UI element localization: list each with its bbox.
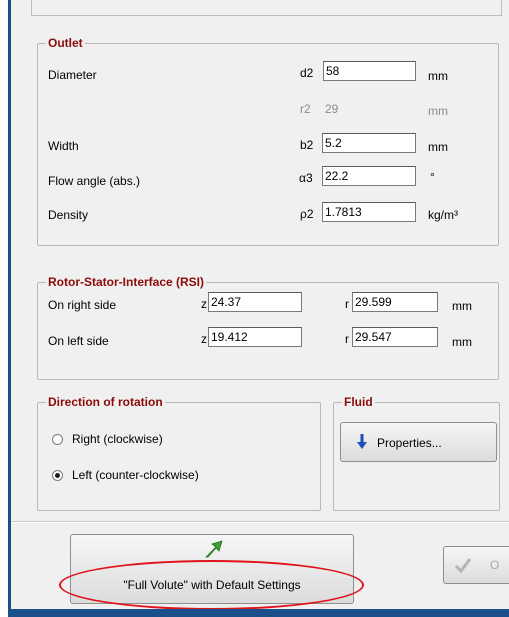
- ok-button[interactable]: O: [443, 546, 509, 584]
- footer-separator-highlight: [11, 522, 509, 523]
- ok-button-label: O: [490, 558, 500, 572]
- flow-angle-input[interactable]: 22.2: [322, 166, 416, 186]
- fluid-group-title: Fluid: [342, 395, 375, 409]
- checkmark-icon: [454, 556, 472, 577]
- down-arrow-icon: [357, 434, 367, 453]
- rotation-group: Direction of rotation: [37, 395, 321, 511]
- diameter-unit: mm: [428, 69, 448, 83]
- flow-angle-unit: °: [430, 170, 435, 184]
- diameter-symbol: d2: [300, 66, 314, 80]
- rsi-left-z-symbol: z: [201, 332, 207, 346]
- flow-angle-label: Flow angle (abs.): [48, 174, 141, 188]
- rsi-right-z-input[interactable]: 24.37: [208, 292, 302, 312]
- diameter-label: Diameter: [48, 68, 97, 82]
- rsi-left-unit: mm: [452, 335, 472, 349]
- green-arrow-icon: [204, 540, 224, 561]
- previous-group-frame: [31, 0, 502, 16]
- fluid-properties-button[interactable]: Properties...: [340, 422, 497, 462]
- diameter-input[interactable]: 58: [323, 61, 416, 81]
- radius-unit: mm: [428, 104, 448, 118]
- width-unit: mm: [428, 140, 448, 154]
- rotation-left-label[interactable]: Left (counter-clockwise): [72, 468, 199, 482]
- rsi-left-r-input[interactable]: 29.547: [352, 327, 438, 347]
- outlet-group-title: Outlet: [46, 36, 85, 50]
- rsi-left-r-symbol: r: [345, 332, 349, 346]
- rsi-left-label: On left side: [48, 334, 109, 348]
- window-bottom-border: [8, 609, 509, 617]
- flow-angle-symbol: α3: [299, 171, 313, 185]
- density-unit: kg/m³: [428, 208, 458, 222]
- density-symbol: ρ2: [300, 207, 314, 221]
- density-input[interactable]: 1.7813: [322, 202, 416, 222]
- radius-symbol: r2: [300, 102, 311, 116]
- rsi-right-r-input[interactable]: 29.599: [352, 292, 438, 312]
- fluid-properties-label: Properties...: [377, 436, 442, 450]
- density-label: Density: [48, 208, 89, 222]
- rotation-left-radio[interactable]: [52, 470, 63, 481]
- rsi-right-r-symbol: r: [345, 297, 349, 311]
- rsi-right-unit: mm: [452, 299, 472, 313]
- width-label: Width: [48, 139, 79, 153]
- radius-value: 29: [325, 102, 339, 116]
- rotation-group-title: Direction of rotation: [46, 395, 165, 409]
- width-symbol: b2: [300, 138, 314, 152]
- rotation-right-label[interactable]: Right (clockwise): [72, 432, 163, 446]
- rsi-left-z-input[interactable]: 19.412: [208, 327, 302, 347]
- highlight-ellipse: [59, 560, 364, 610]
- rsi-right-label: On right side: [48, 298, 117, 312]
- rotation-right-radio[interactable]: [52, 434, 63, 445]
- rsi-group-title: Rotor-Stator-Interface (RSI): [46, 275, 207, 289]
- rsi-right-z-symbol: z: [201, 297, 207, 311]
- window-left-border: [0, 0, 11, 617]
- width-input[interactable]: 5.2: [322, 133, 416, 153]
